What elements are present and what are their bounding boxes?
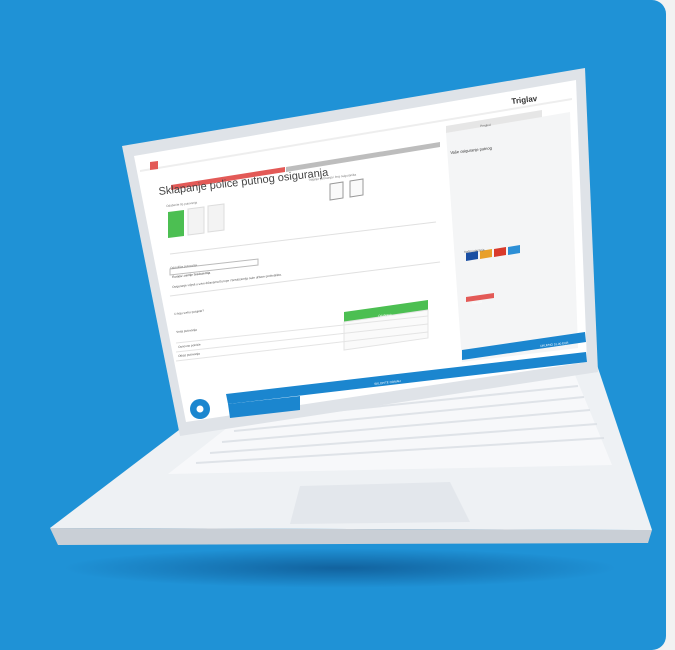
chat-icon [196,405,204,413]
screen-content [140,98,587,419]
option-tile-2 [187,206,205,236]
red-logo-square [150,161,158,170]
option-tile-3 [207,203,225,233]
calendar-icon-from [329,181,344,201]
bottom-bar [226,352,587,404]
calendar-icon-to [349,178,364,198]
progress-step-2 [286,142,440,172]
option-tile-selected [168,210,184,238]
promo-card: Triglav Sklapanje police putnog osiguran… [0,0,666,650]
